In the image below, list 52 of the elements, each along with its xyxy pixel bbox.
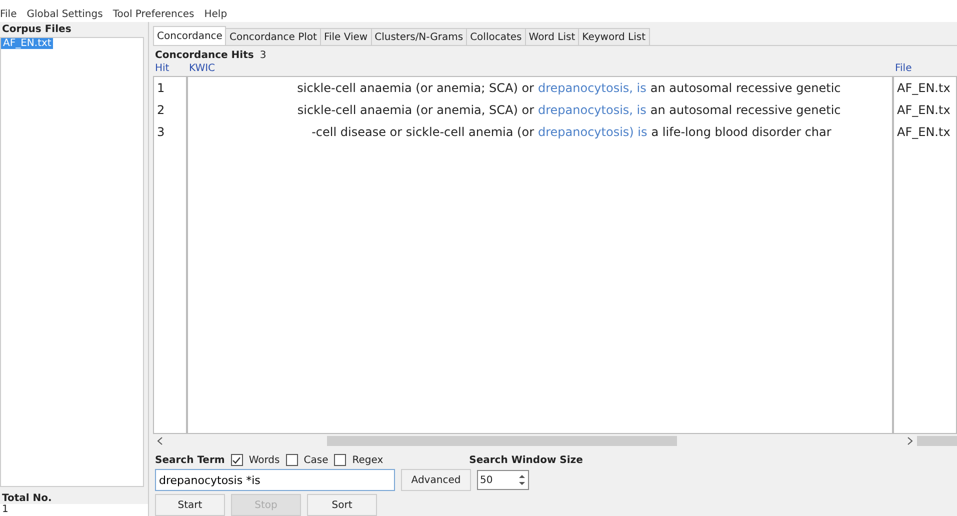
checkbox[interactable] [286,454,298,466]
right-context: an autosomal recessive genetic [650,103,841,119]
table-cell-text: AF_EN.tx [896,103,952,119]
column-header[interactable]: File [893,61,957,76]
spin-arrows-icon [518,473,526,487]
right-context: a life-long blood disorder char [651,125,832,141]
action-button[interactable]: Sort [307,494,377,516]
table-cell-text: 1 [156,81,166,97]
column-header[interactable]: Hit [153,61,187,76]
right-context: an autosomal recessive genetic [650,81,841,97]
tab[interactable]: Clusters/N-Grams [370,28,468,45]
panel-title: Corpus Files [1,24,72,35]
left-context: -cell disease or sickle-cell anemia (or [310,125,535,141]
advanced-button[interactable]: Advanced [401,469,471,491]
table-cell-text: AF_EN.tx [896,125,952,141]
tab[interactable]: File View [320,28,372,45]
menu-item[interactable]: Tool Preferences [112,9,194,20]
checkbox[interactable] [230,454,243,466]
menu-item[interactable]: File [0,9,17,20]
tab[interactable]: Concordance [153,26,226,45]
keyword: drepanocytosis, is [538,81,648,97]
scrollbar-thumb[interactable] [327,436,677,446]
left-context: sickle-cell anaemia (or anemia; SCA) or [296,81,535,97]
window-size-label: Search Window Size [469,454,583,466]
search-field[interactable]: drepanocytosis *is [155,469,395,491]
keyword: drepanocytosis) is [538,125,648,141]
keyword: drepanocytosis, is [538,103,648,119]
checkbox[interactable] [334,454,346,466]
table-cell-text: 3 [156,125,166,141]
search-label: Search Term [155,454,225,466]
scroll-right-icon[interactable] [907,437,913,445]
total-value: 1 [0,504,148,516]
menu-item[interactable]: Help [204,9,228,20]
tab[interactable]: Word List [524,28,580,45]
table-cell-text: 2 [156,103,166,119]
scroll-left-icon[interactable] [157,437,163,445]
tab[interactable]: Concordance Plot [225,28,321,45]
table-cell-text: AF_EN.tx [896,81,952,97]
checkbox-label: Regex [352,454,384,466]
hits-label: Concordance Hits [155,50,254,61]
tab[interactable]: Keyword List [578,28,650,45]
checkbox-label: Case [304,454,328,466]
hits-count: 3 [260,50,266,61]
menu-item[interactable]: Global Settings [26,9,103,20]
left-context: sickle-cell anaemia (or anemia, SCA) or [296,103,535,119]
total-label: Total No. [1,493,53,504]
scrollbar-thumb[interactable] [917,436,957,446]
window-size-spinbox[interactable]: 50 [477,470,529,490]
checkbox-label: Words [248,454,280,466]
action-button[interactable]: Start [155,494,225,516]
tab[interactable]: Collocates [466,28,526,45]
column-header[interactable]: KWIC [187,61,893,76]
